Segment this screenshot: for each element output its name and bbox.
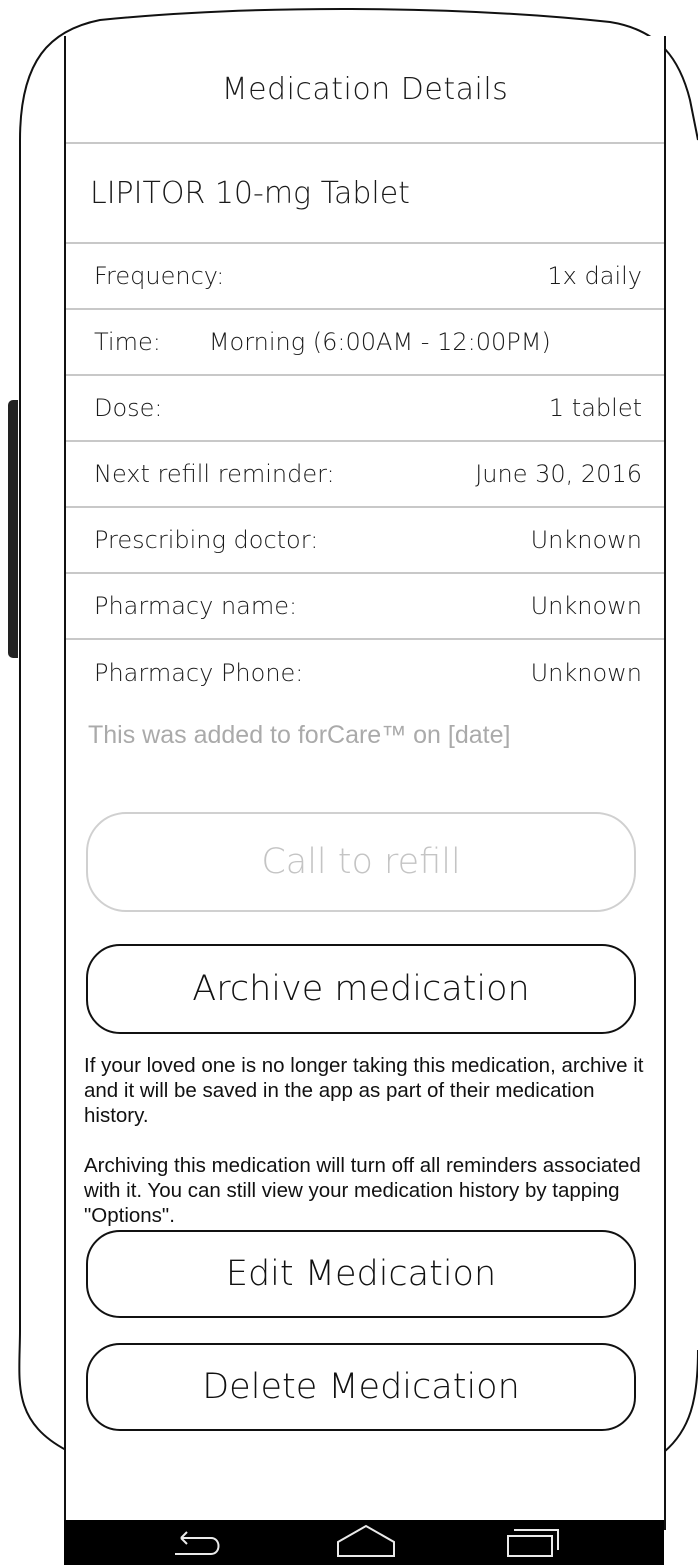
side-button[interactable] (8, 400, 18, 658)
detail-row-prescribing-doctor: Prescribing doctor: Unknown (66, 508, 664, 574)
detail-value: 1 tablet (548, 394, 642, 422)
detail-label: Frequency: (94, 262, 225, 290)
system-nav-bar (64, 1520, 664, 1565)
detail-label: Time: (94, 328, 161, 356)
detail-row-frequency: Frequency: 1x daily (66, 244, 664, 310)
detail-value: Morning (6:00AM - 12:00PM) (208, 328, 551, 356)
archive-medication-button[interactable]: Archive medication (86, 944, 636, 1034)
detail-value: Unknown (530, 659, 642, 687)
detail-row-time: Time: Morning (6:00AM - 12:00PM) (66, 310, 664, 376)
recents-icon[interactable] (504, 1520, 564, 1565)
screen: Medication Details LIPITOR 10-mg Tablet … (64, 36, 666, 1530)
added-date-note: This was added to forCare™ on [date] (88, 721, 511, 749)
detail-row-dose: Dose: 1 tablet (66, 376, 664, 442)
detail-label: Pharmacy Phone: (94, 659, 304, 687)
edit-medication-button[interactable]: Edit Medication (86, 1230, 636, 1318)
detail-row-pharmacy-name: Pharmacy name: Unknown (66, 574, 664, 640)
back-icon[interactable] (169, 1520, 229, 1565)
delete-medication-button[interactable]: Delete Medication (86, 1343, 636, 1431)
detail-label: Next refill reminder: (94, 460, 335, 488)
home-icon[interactable] (334, 1520, 398, 1565)
detail-label: Dose: (94, 394, 163, 422)
page-title: Medication Details (66, 36, 664, 144)
detail-value: 1x daily (547, 262, 642, 290)
detail-value: June 30, 2016 (475, 460, 642, 488)
archive-warning-text: Archiving this medication will turn off … (84, 1154, 641, 1227)
detail-row-next-refill: Next refill reminder: June 30, 2016 (66, 442, 664, 508)
archive-help-text: If your loved one is no longer taking th… (84, 1054, 644, 1127)
detail-row-pharmacy-phone: Pharmacy Phone: Unknown (66, 640, 664, 706)
detail-label: Pharmacy name: (94, 592, 298, 620)
medication-name: LIPITOR 10-mg Tablet (66, 144, 664, 244)
detail-label: Prescribing doctor: (94, 526, 319, 554)
call-to-refill-button[interactable]: Call to refill (86, 812, 636, 912)
detail-value: Unknown (530, 592, 642, 620)
detail-value: Unknown (530, 526, 642, 554)
